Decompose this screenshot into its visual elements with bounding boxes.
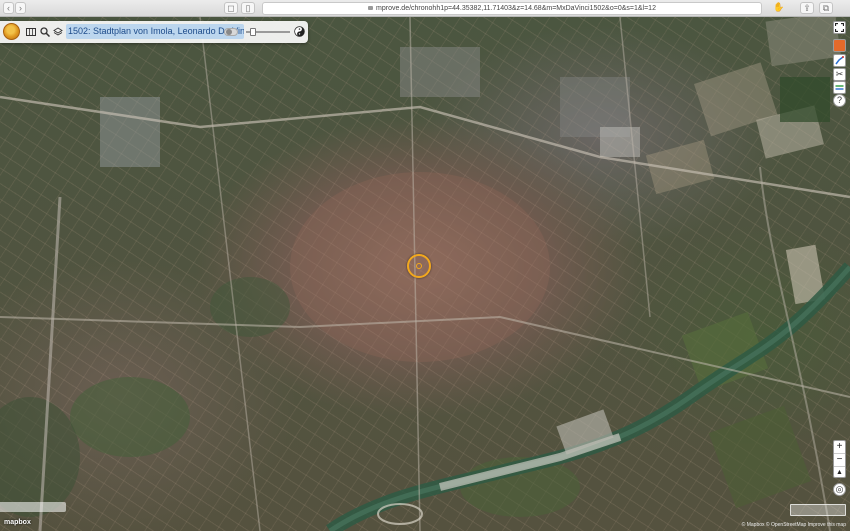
location-marker[interactable]: [407, 254, 431, 278]
route-icon[interactable]: [833, 54, 846, 67]
lock-icon: [368, 6, 374, 11]
satellite-map[interactable]: 1502: Stadtplan von Imola, Leonardo Da V…: [0, 17, 850, 531]
tabs-button[interactable]: ⧉: [819, 2, 833, 14]
layers-icon[interactable]: [53, 27, 63, 37]
share-icon[interactable]: ▯: [241, 2, 255, 14]
map-style-icon[interactable]: [833, 39, 846, 52]
compass-button[interactable]: ▲: [834, 467, 845, 479]
back-button[interactable]: ‹: [3, 2, 14, 14]
locate-button[interactable]: ◎: [833, 483, 846, 496]
help-icon[interactable]: ?: [833, 94, 846, 107]
zoom-out-button[interactable]: −: [834, 454, 845, 467]
coordinate-box: [0, 502, 66, 512]
map-icon[interactable]: [26, 27, 36, 37]
scissors-icon[interactable]: ✂: [833, 68, 846, 81]
mprove-logo-icon[interactable]: [3, 23, 20, 40]
forward-button[interactable]: ›: [15, 2, 26, 14]
overlay-toggle[interactable]: [224, 28, 238, 36]
attribution-text[interactable]: © Mapbox © OpenStreetMap Improve this ma…: [742, 522, 846, 528]
map-title-bar: 1502: Stadtplan von Imola, Leonardo Da V…: [0, 21, 308, 43]
fullscreen-icon[interactable]: [833, 21, 846, 34]
yin-yang-icon[interactable]: [294, 26, 305, 37]
url-text: mprove.de/chronohh1p=44.35382,11.71403&z…: [376, 5, 656, 12]
hand-icon[interactable]: ✋: [773, 2, 785, 14]
scale-box: [790, 504, 846, 516]
search-icon[interactable]: [40, 27, 50, 37]
map-title[interactable]: 1502: Stadtplan von Imola, Leonardo Da V…: [66, 24, 244, 39]
reader-icon[interactable]: ◻: [224, 2, 238, 14]
settings-icon[interactable]: [833, 81, 846, 94]
opacity-slider-handle[interactable]: [250, 28, 256, 36]
zoom-in-button[interactable]: +: [834, 441, 845, 454]
mapbox-logo[interactable]: mapbox: [4, 519, 31, 526]
share-button[interactable]: ⇪: [800, 2, 814, 14]
zoom-control: + − ▲: [833, 440, 846, 478]
browser-toolbar: ‹ › ◻ ▯ mprove.de/chronohh1p=44.35382,11…: [0, 0, 850, 17]
address-bar[interactable]: mprove.de/chronohh1p=44.35382,11.71403&z…: [262, 2, 762, 15]
